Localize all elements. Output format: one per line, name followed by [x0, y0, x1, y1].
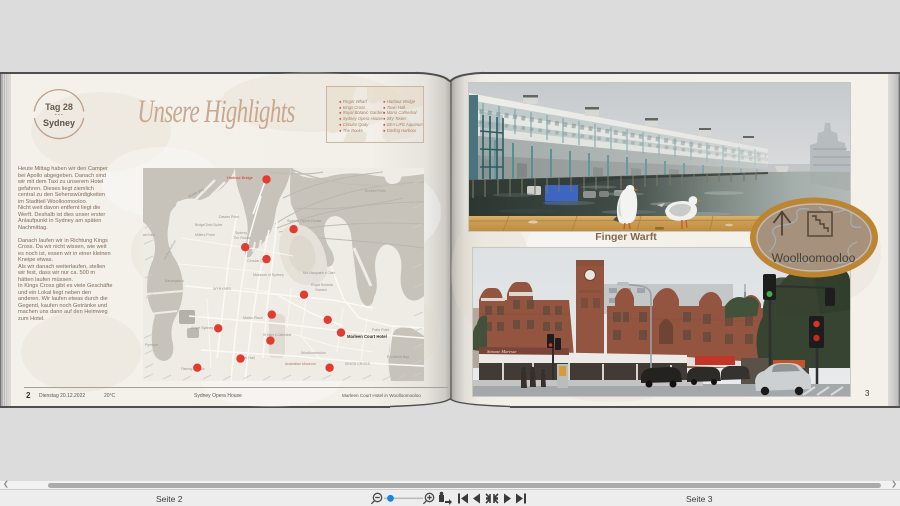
svg-text:Sydney: Sydney	[235, 231, 247, 235]
svg-text:Woolloomooloo: Woolloomooloo	[772, 251, 856, 265]
svg-text:Dawes Point: Dawes Point	[219, 215, 239, 219]
svg-text:WYNYARD: WYNYARD	[213, 287, 232, 291]
svg-text:Harbour Bridge: Harbour Bridge	[227, 176, 253, 180]
svg-text:Elizabeth Bay: Elizabeth Bay	[387, 355, 409, 359]
svg-text:Mrs Macquarie s Chair: Mrs Macquarie s Chair	[303, 271, 336, 275]
svg-text:Barangaroo: Barangaroo	[165, 279, 184, 283]
svg-text:Garden: Garden	[315, 288, 327, 292]
svg-text:Angel Sydney: Angel Sydney	[191, 326, 213, 330]
svg-text:KINGS CROSS: KINGS CROSS	[345, 362, 371, 366]
svg-text:Sydney: Sydney	[43, 118, 75, 128]
svg-text:am East: am East	[143, 233, 155, 237]
svg-text:Martin Place: Martin Place	[243, 316, 263, 320]
svg-text:Millers Point: Millers Point	[195, 233, 215, 237]
svg-text:Simone Maresse: Simone Maresse	[487, 349, 516, 354]
svg-text:Australian Museum: Australian Museum	[285, 362, 316, 366]
svg-text:Marleen Court Hotel: Marleen Court Hotel	[347, 334, 387, 339]
svg-text:Museum of Sydney: Museum of Sydney	[253, 273, 284, 277]
svg-text:Potts Point: Potts Point	[372, 328, 389, 332]
svg-text:Tag 28: Tag 28	[45, 102, 73, 112]
svg-text:Sydney Opera House: Sydney Opera House	[287, 219, 321, 223]
svg-text:St Mary s Cathedral: St Mary s Cathedral	[263, 333, 291, 337]
svg-text:Kirribilli Point: Kirribilli Point	[365, 189, 386, 193]
svg-text:Pyrmont: Pyrmont	[145, 343, 158, 347]
svg-text:BridgeClimb Sydne: BridgeClimb Sydne	[195, 223, 223, 227]
svg-text:Woolloomooloo: Woolloomooloo	[301, 351, 326, 355]
svg-text:Royal Botanic: Royal Botanic	[311, 283, 333, 287]
svg-text:The Rocks: The Rocks	[233, 236, 250, 240]
